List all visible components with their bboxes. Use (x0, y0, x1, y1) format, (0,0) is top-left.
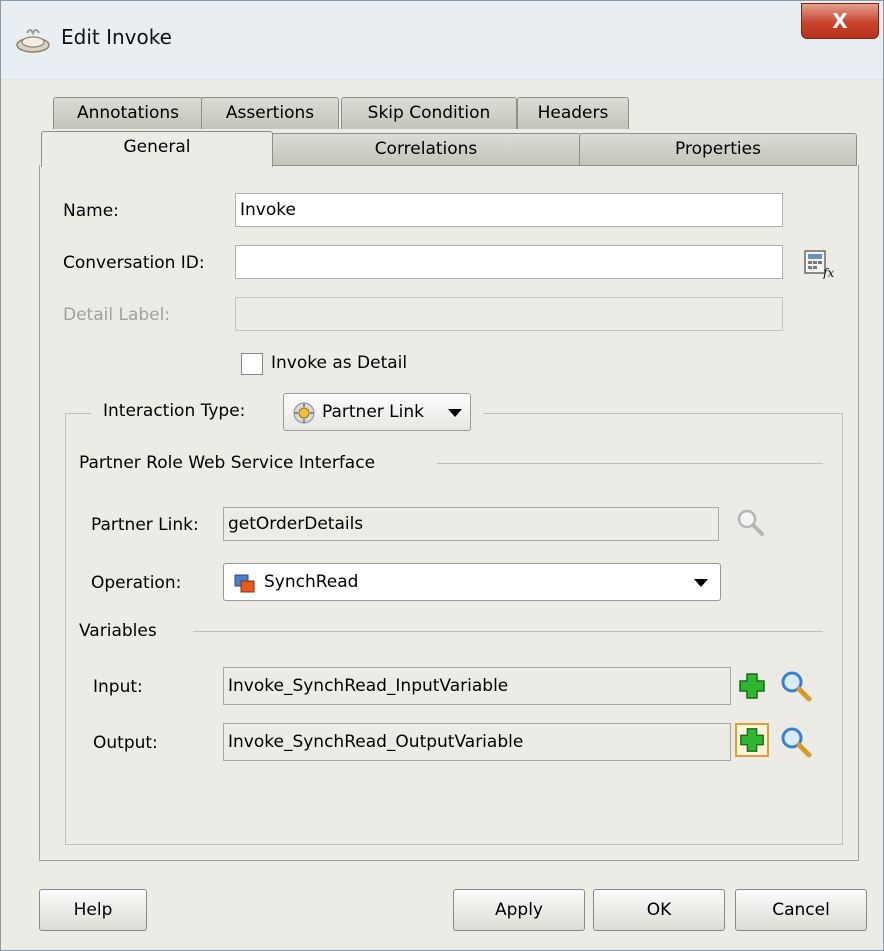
interaction-type-group (65, 413, 843, 845)
chevron-down-icon (694, 579, 708, 587)
partner-link-icon (293, 402, 315, 424)
search-icon[interactable] (735, 507, 765, 537)
operation-label: Operation: (91, 573, 182, 593)
search-icon[interactable] (779, 725, 813, 759)
tab-headers[interactable]: Headers (517, 97, 629, 129)
help-button[interactable]: Help (39, 889, 147, 931)
invoke-as-detail-checkbox[interactable] (241, 353, 263, 375)
ok-button[interactable]: OK (593, 889, 725, 931)
edit-invoke-dialog: Edit Invoke X Annotations Assertions Ski… (0, 0, 884, 951)
cancel-button-label: Cancel (772, 900, 830, 920)
window-title: Edit Invoke (61, 25, 172, 49)
tab-annotations[interactable]: Annotations (53, 97, 203, 129)
add-icon (740, 728, 764, 752)
ok-button-label: OK (646, 900, 672, 920)
name-label: Name: (63, 201, 119, 221)
help-button-label: Help (73, 900, 113, 920)
tab-correlations[interactable]: Correlations (271, 133, 581, 165)
add-icon[interactable] (737, 671, 767, 701)
interaction-type-label: Interaction Type: (103, 401, 246, 421)
chevron-down-icon (448, 409, 462, 417)
detail-label-field[interactable] (235, 297, 783, 331)
tab-general[interactable]: General (41, 131, 273, 167)
name-field[interactable]: Invoke (235, 193, 783, 227)
variables-separator (193, 631, 823, 632)
tab-assertions[interactable]: Assertions (201, 97, 339, 129)
input-label: Input: (93, 677, 143, 697)
output-variable-field[interactable]: Invoke_SynchRead_OutputVariable (223, 723, 731, 761)
apply-button[interactable]: Apply (453, 889, 585, 931)
conversation-id-label: Conversation ID: (63, 253, 205, 273)
partner-role-separator (437, 463, 823, 464)
detail-label-label: Detail Label: (63, 305, 171, 325)
interaction-type-value: Partner Link (322, 402, 424, 422)
apply-button-label: Apply (495, 900, 543, 920)
svg-text:fx: fx (822, 266, 834, 279)
expression-builder-icon[interactable]: fx (803, 249, 835, 279)
tab-properties[interactable]: Properties (579, 133, 857, 165)
invoke-as-detail-label: Invoke as Detail (271, 353, 408, 373)
variables-heading: Variables (79, 621, 157, 641)
operation-icon (234, 574, 255, 593)
close-icon: X (832, 9, 848, 33)
tab-skip-condition[interactable]: Skip Condition (341, 97, 517, 129)
cancel-button[interactable]: Cancel (735, 889, 867, 931)
output-label: Output: (93, 733, 158, 753)
search-icon[interactable] (779, 669, 813, 703)
operation-value: SynchRead (264, 572, 359, 592)
input-variable-field[interactable]: Invoke_SynchRead_InputVariable (223, 667, 731, 705)
add-output-button[interactable] (735, 723, 769, 757)
close-button[interactable]: X (801, 3, 879, 39)
invoke-activity-icon (16, 29, 50, 53)
title-bar: Edit Invoke X (1, 1, 883, 80)
partner-role-heading: Partner Role Web Service Interface (79, 453, 376, 473)
conversation-id-field[interactable] (235, 245, 783, 279)
partner-link-field[interactable]: getOrderDetails (223, 507, 719, 541)
partner-link-label: Partner Link: (91, 515, 199, 535)
operation-dropdown[interactable]: SynchRead (223, 563, 721, 601)
interaction-type-dropdown[interactable]: Partner Link (283, 393, 471, 431)
